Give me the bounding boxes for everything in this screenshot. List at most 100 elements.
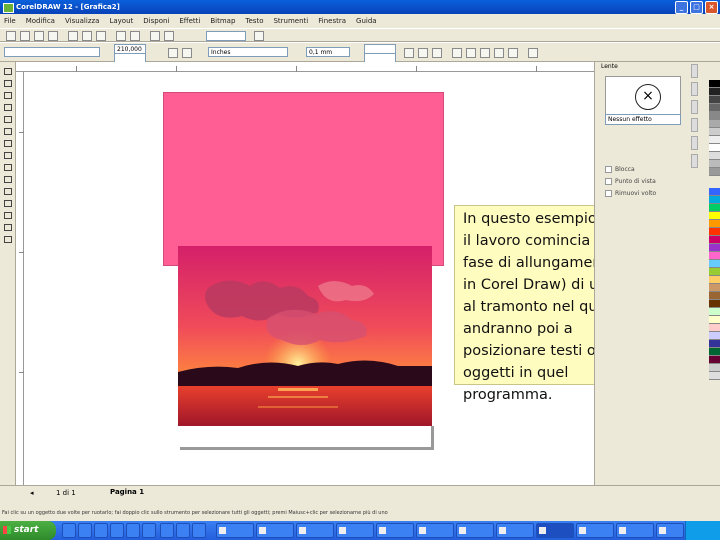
docker-tab[interactable] xyxy=(691,154,698,168)
swatch[interactable] xyxy=(709,188,720,196)
swatch[interactable] xyxy=(709,252,720,260)
pick-tool-icon[interactable] xyxy=(4,68,12,75)
swatch[interactable] xyxy=(709,236,720,244)
swatch[interactable] xyxy=(709,212,720,220)
swatch[interactable] xyxy=(709,96,720,104)
start-button[interactable]: start xyxy=(0,521,56,540)
swatch[interactable] xyxy=(709,228,720,236)
landscape-icon[interactable] xyxy=(182,48,192,58)
swatch[interactable] xyxy=(709,160,720,168)
docker-tab[interactable] xyxy=(691,118,698,132)
cut-icon[interactable] xyxy=(68,31,78,41)
docker-tab[interactable] xyxy=(691,82,698,96)
rectangle-tool-icon[interactable] xyxy=(4,140,12,147)
swatch[interactable] xyxy=(709,356,720,364)
open-icon[interactable] xyxy=(20,31,30,41)
ruler-icon[interactable] xyxy=(480,48,490,58)
swatch[interactable] xyxy=(709,120,720,128)
zoom-tool-icon[interactable] xyxy=(4,104,12,111)
menu-file[interactable]: File xyxy=(4,17,16,25)
option-remove-face[interactable]: Rimuovi volto xyxy=(605,190,656,197)
nudge-field[interactable]: 0,1 mm xyxy=(306,47,350,57)
taskbar-button[interactable] xyxy=(656,523,684,538)
menu-effetti[interactable]: Effetti xyxy=(179,17,200,25)
swatch[interactable] xyxy=(709,168,720,176)
taskbar-button[interactable] xyxy=(216,523,254,538)
paper-type-select[interactable] xyxy=(4,47,100,57)
docker-tab[interactable] xyxy=(691,64,698,78)
swatch[interactable] xyxy=(709,80,720,88)
swatch[interactable] xyxy=(709,308,720,316)
swatch[interactable] xyxy=(709,324,720,332)
minimize-button[interactable]: _ xyxy=(675,1,688,14)
preview-icon[interactable] xyxy=(528,48,538,58)
quicklaunch-icon[interactable] xyxy=(142,523,156,538)
swatch[interactable] xyxy=(709,284,720,292)
quicklaunch-icon[interactable] xyxy=(192,523,206,538)
page-tab[interactable]: Pagina 1 xyxy=(110,488,144,496)
zoom-field[interactable] xyxy=(206,31,246,41)
redo-icon[interactable] xyxy=(130,31,140,41)
swatch[interactable] xyxy=(709,152,720,160)
quicklaunch-icon[interactable] xyxy=(176,523,190,538)
swatch[interactable] xyxy=(709,196,720,204)
swatch[interactable] xyxy=(709,364,720,372)
menu-layout[interactable]: Layout xyxy=(109,17,133,25)
swatch[interactable] xyxy=(709,340,720,348)
menu-disponi[interactable]: Disponi xyxy=(143,17,169,25)
lens-type-select[interactable]: Nessun effetto xyxy=(605,114,681,125)
application-launcher-icon[interactable] xyxy=(254,31,264,41)
swatch[interactable] xyxy=(709,300,720,308)
swatch[interactable] xyxy=(709,220,720,228)
swatch[interactable] xyxy=(709,260,720,268)
swatch[interactable] xyxy=(709,144,720,152)
taskbar-button[interactable] xyxy=(256,523,294,538)
shape-tool-icon[interactable] xyxy=(4,80,12,87)
taskbar-button[interactable] xyxy=(456,523,494,538)
close-button[interactable]: × xyxy=(705,1,718,14)
swatch[interactable] xyxy=(709,136,720,144)
taskbar-button-active[interactable] xyxy=(536,523,574,538)
swatch[interactable] xyxy=(709,276,720,284)
freehand-tool-icon[interactable] xyxy=(4,116,12,123)
grid-icon[interactable] xyxy=(418,48,428,58)
guides-icon[interactable] xyxy=(494,48,504,58)
swatch[interactable] xyxy=(709,348,720,356)
taskbar-button[interactable] xyxy=(496,523,534,538)
taskbar-button[interactable] xyxy=(416,523,454,538)
swatch[interactable] xyxy=(709,268,720,276)
polygon-tool-icon[interactable] xyxy=(4,164,12,171)
swatch[interactable] xyxy=(709,104,720,112)
layer-icon[interactable] xyxy=(508,48,518,58)
sunset-photo[interactable] xyxy=(178,246,432,426)
taskbar-button[interactable] xyxy=(336,523,374,538)
save-icon[interactable] xyxy=(34,31,44,41)
copy-icon[interactable] xyxy=(82,31,92,41)
interactive-blend-icon[interactable] xyxy=(4,200,12,207)
menu-modifica[interactable]: Modifica xyxy=(26,17,55,25)
menu-bitmap[interactable]: Bitmap xyxy=(210,17,235,25)
paste-icon[interactable] xyxy=(96,31,106,41)
taskbar-button[interactable] xyxy=(576,523,614,538)
align-icon[interactable] xyxy=(404,48,414,58)
page-first-icon[interactable]: ◂ xyxy=(30,489,34,497)
quicklaunch-icon[interactable] xyxy=(160,523,174,538)
swatch[interactable] xyxy=(709,372,720,380)
fill-tool-icon[interactable] xyxy=(4,236,12,243)
docker-tab[interactable] xyxy=(691,136,698,150)
crop-tool-icon[interactable] xyxy=(4,92,12,99)
swatch[interactable] xyxy=(709,128,720,136)
swatch[interactable] xyxy=(709,88,720,96)
options-icon[interactable] xyxy=(452,48,462,58)
swatch[interactable] xyxy=(709,204,720,212)
taskbar-button[interactable] xyxy=(296,523,334,538)
text-tool-icon[interactable] xyxy=(4,188,12,195)
eyedropper-icon[interactable] xyxy=(4,212,12,219)
ellipse-tool-icon[interactable] xyxy=(4,152,12,159)
docker-tab[interactable] xyxy=(691,100,698,114)
quicklaunch-icon[interactable] xyxy=(94,523,108,538)
portrait-icon[interactable] xyxy=(168,48,178,58)
lock-icon[interactable] xyxy=(466,48,476,58)
units-select[interactable]: Inches xyxy=(208,47,288,57)
taskbar-button[interactable] xyxy=(616,523,654,538)
